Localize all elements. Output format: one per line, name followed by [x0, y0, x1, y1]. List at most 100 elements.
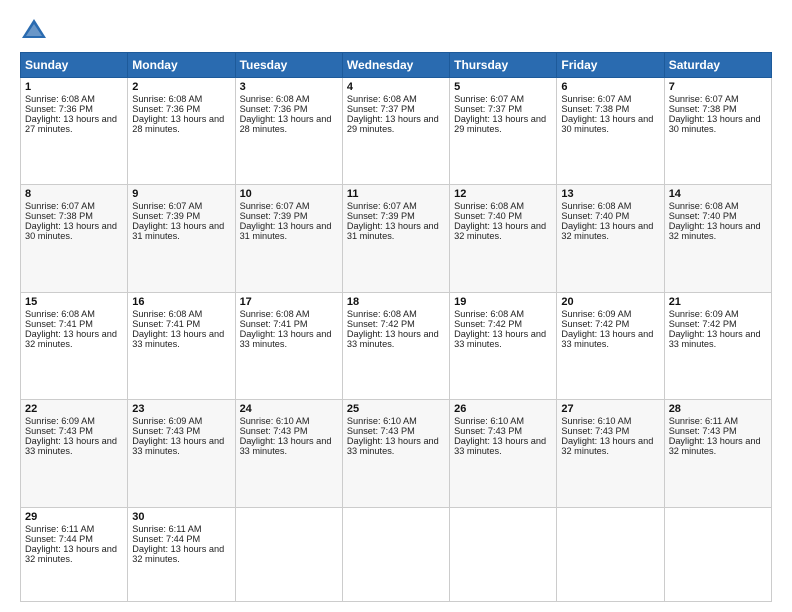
day-number: 25 [347, 403, 445, 415]
daylight-label: Daylight: 13 hours and 33 minutes. [454, 436, 546, 456]
sunset-label: Sunset: 7:43 PM [132, 426, 200, 436]
page: Sunday Monday Tuesday Wednesday Thursday… [0, 0, 792, 612]
daylight-label: Daylight: 13 hours and 28 minutes. [240, 114, 332, 134]
daylight-label: Daylight: 13 hours and 32 minutes. [25, 329, 117, 349]
sunrise-label: Sunrise: 6:09 AM [561, 309, 631, 319]
sunrise-label: Sunrise: 6:10 AM [454, 416, 524, 426]
col-friday: Friday [557, 53, 664, 78]
day-number: 20 [561, 296, 659, 308]
day-number: 3 [240, 81, 338, 93]
day-number: 14 [669, 188, 767, 200]
day-number: 6 [561, 81, 659, 93]
daylight-label: Daylight: 13 hours and 32 minutes. [561, 436, 653, 456]
day-number: 1 [25, 81, 123, 93]
sunrise-label: Sunrise: 6:09 AM [25, 416, 95, 426]
day-number: 16 [132, 296, 230, 308]
sunset-label: Sunset: 7:44 PM [132, 534, 200, 544]
table-row: 8 Sunrise: 6:07 AM Sunset: 7:38 PM Dayli… [21, 185, 128, 292]
sunrise-label: Sunrise: 6:08 AM [25, 309, 95, 319]
table-row: 2 Sunrise: 6:08 AM Sunset: 7:36 PM Dayli… [128, 78, 235, 185]
daylight-label: Daylight: 13 hours and 30 minutes. [561, 114, 653, 134]
calendar-table: Sunday Monday Tuesday Wednesday Thursday… [20, 52, 772, 602]
table-row: 7 Sunrise: 6:07 AM Sunset: 7:38 PM Dayli… [664, 78, 771, 185]
day-number: 17 [240, 296, 338, 308]
table-row: 27 Sunrise: 6:10 AM Sunset: 7:43 PM Dayl… [557, 400, 664, 507]
day-number: 5 [454, 81, 552, 93]
day-number: 2 [132, 81, 230, 93]
sunrise-label: Sunrise: 6:07 AM [347, 201, 417, 211]
sunrise-label: Sunrise: 6:08 AM [454, 309, 524, 319]
sunrise-label: Sunrise: 6:11 AM [132, 524, 201, 534]
table-row: 20 Sunrise: 6:09 AM Sunset: 7:42 PM Dayl… [557, 292, 664, 399]
sunrise-label: Sunrise: 6:10 AM [347, 416, 417, 426]
sunset-label: Sunset: 7:41 PM [25, 319, 93, 329]
day-number: 21 [669, 296, 767, 308]
day-number: 30 [132, 511, 230, 523]
calendar-week-4: 22 Sunrise: 6:09 AM Sunset: 7:43 PM Dayl… [21, 400, 772, 507]
sunset-label: Sunset: 7:36 PM [240, 104, 308, 114]
daylight-label: Daylight: 13 hours and 30 minutes. [25, 221, 117, 241]
table-row: 9 Sunrise: 6:07 AM Sunset: 7:39 PM Dayli… [128, 185, 235, 292]
daylight-label: Daylight: 13 hours and 32 minutes. [454, 221, 546, 241]
sunset-label: Sunset: 7:38 PM [561, 104, 629, 114]
sunset-label: Sunset: 7:42 PM [561, 319, 629, 329]
day-number: 8 [25, 188, 123, 200]
daylight-label: Daylight: 13 hours and 33 minutes. [347, 329, 439, 349]
day-number: 10 [240, 188, 338, 200]
day-number: 4 [347, 81, 445, 93]
day-number: 15 [25, 296, 123, 308]
header [20, 16, 772, 44]
table-row: 4 Sunrise: 6:08 AM Sunset: 7:37 PM Dayli… [342, 78, 449, 185]
sunset-label: Sunset: 7:40 PM [454, 211, 522, 221]
daylight-label: Daylight: 13 hours and 33 minutes. [561, 329, 653, 349]
table-row: 24 Sunrise: 6:10 AM Sunset: 7:43 PM Dayl… [235, 400, 342, 507]
sunset-label: Sunset: 7:40 PM [561, 211, 629, 221]
table-row: 26 Sunrise: 6:10 AM Sunset: 7:43 PM Dayl… [450, 400, 557, 507]
sunrise-label: Sunrise: 6:07 AM [240, 201, 310, 211]
daylight-label: Daylight: 13 hours and 33 minutes. [132, 329, 224, 349]
empty-cell [235, 507, 342, 601]
sunset-label: Sunset: 7:36 PM [132, 104, 200, 114]
daylight-label: Daylight: 13 hours and 28 minutes. [132, 114, 224, 134]
sunset-label: Sunset: 7:40 PM [669, 211, 737, 221]
sunset-label: Sunset: 7:39 PM [132, 211, 200, 221]
daylight-label: Daylight: 13 hours and 33 minutes. [669, 329, 761, 349]
daylight-label: Daylight: 13 hours and 31 minutes. [132, 221, 224, 241]
sunrise-label: Sunrise: 6:09 AM [669, 309, 739, 319]
sunrise-label: Sunrise: 6:09 AM [132, 416, 202, 426]
sunrise-label: Sunrise: 6:07 AM [132, 201, 202, 211]
sunset-label: Sunset: 7:41 PM [132, 319, 200, 329]
daylight-label: Daylight: 13 hours and 33 minutes. [240, 436, 332, 456]
sunrise-label: Sunrise: 6:08 AM [454, 201, 524, 211]
table-row: 30 Sunrise: 6:11 AM Sunset: 7:44 PM Dayl… [128, 507, 235, 601]
table-row: 1 Sunrise: 6:08 AM Sunset: 7:36 PM Dayli… [21, 78, 128, 185]
logo-icon [20, 16, 48, 44]
sunrise-label: Sunrise: 6:07 AM [669, 94, 739, 104]
sunrise-label: Sunrise: 6:08 AM [561, 201, 631, 211]
sunrise-label: Sunrise: 6:11 AM [669, 416, 738, 426]
table-row: 6 Sunrise: 6:07 AM Sunset: 7:38 PM Dayli… [557, 78, 664, 185]
table-row: 19 Sunrise: 6:08 AM Sunset: 7:42 PM Dayl… [450, 292, 557, 399]
table-row: 23 Sunrise: 6:09 AM Sunset: 7:43 PM Dayl… [128, 400, 235, 507]
daylight-label: Daylight: 13 hours and 29 minutes. [347, 114, 439, 134]
sunset-label: Sunset: 7:37 PM [347, 104, 415, 114]
sunset-label: Sunset: 7:43 PM [347, 426, 415, 436]
day-number: 19 [454, 296, 552, 308]
daylight-label: Daylight: 13 hours and 31 minutes. [347, 221, 439, 241]
table-row: 17 Sunrise: 6:08 AM Sunset: 7:41 PM Dayl… [235, 292, 342, 399]
sunset-label: Sunset: 7:37 PM [454, 104, 522, 114]
daylight-label: Daylight: 13 hours and 33 minutes. [240, 329, 332, 349]
daylight-label: Daylight: 13 hours and 32 minutes. [669, 221, 761, 241]
table-row: 10 Sunrise: 6:07 AM Sunset: 7:39 PM Dayl… [235, 185, 342, 292]
daylight-label: Daylight: 13 hours and 30 minutes. [669, 114, 761, 134]
day-number: 9 [132, 188, 230, 200]
sunrise-label: Sunrise: 6:08 AM [25, 94, 95, 104]
table-row: 25 Sunrise: 6:10 AM Sunset: 7:43 PM Dayl… [342, 400, 449, 507]
table-row: 12 Sunrise: 6:08 AM Sunset: 7:40 PM Dayl… [450, 185, 557, 292]
col-thursday: Thursday [450, 53, 557, 78]
sunset-label: Sunset: 7:43 PM [669, 426, 737, 436]
empty-cell [450, 507, 557, 601]
sunrise-label: Sunrise: 6:08 AM [132, 94, 202, 104]
daylight-label: Daylight: 13 hours and 32 minutes. [25, 544, 117, 564]
table-row: 11 Sunrise: 6:07 AM Sunset: 7:39 PM Dayl… [342, 185, 449, 292]
